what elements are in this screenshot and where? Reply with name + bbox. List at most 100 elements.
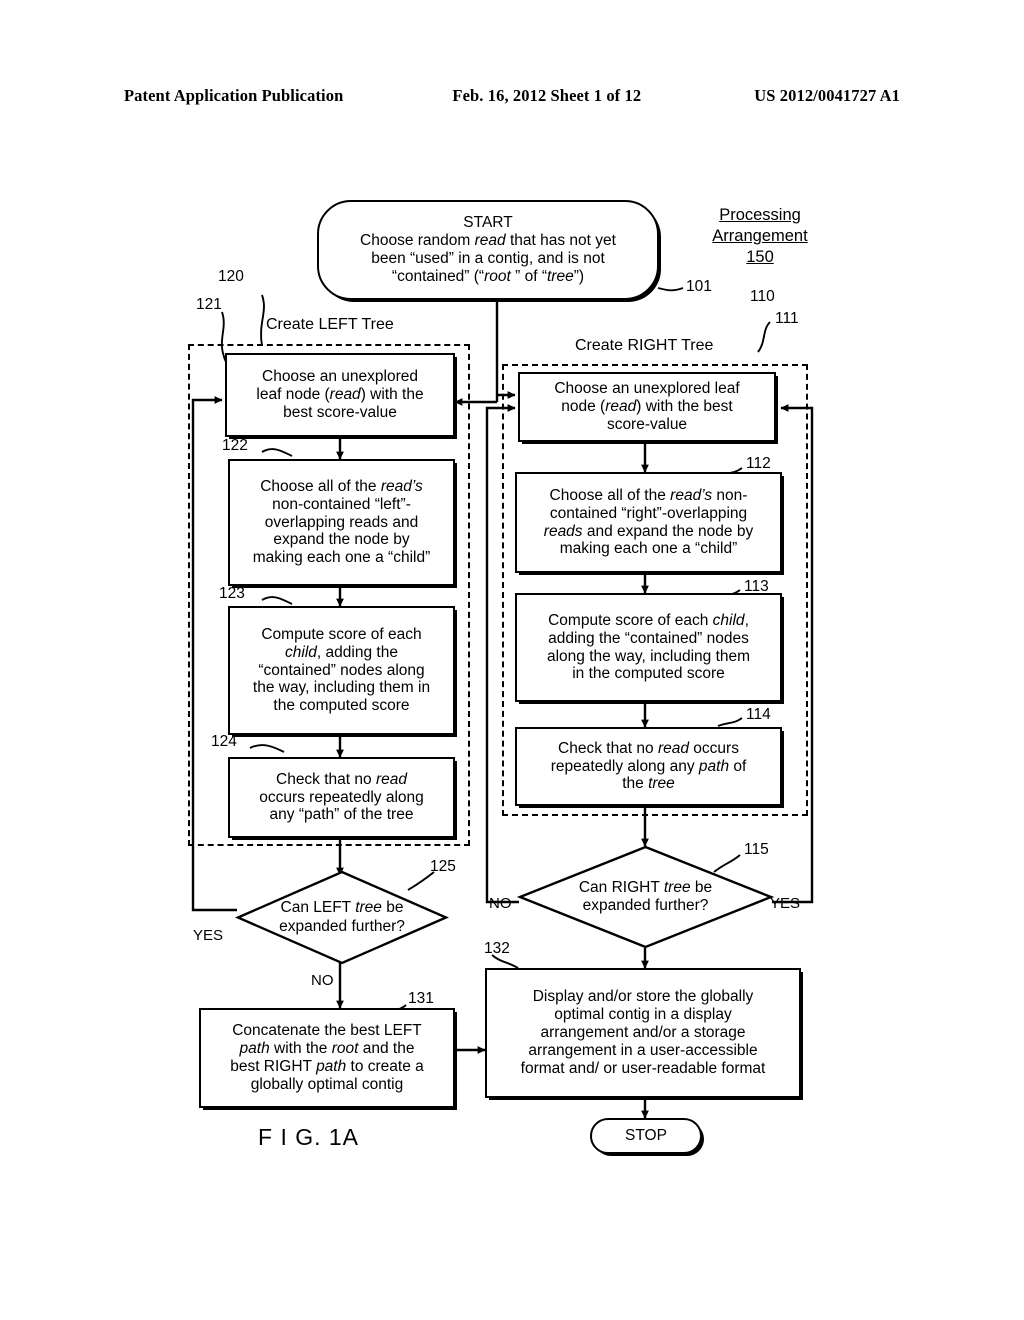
box113-line-1a: Compute score of each <box>548 611 713 629</box>
d115-yes-label: YES <box>770 895 801 912</box>
box122-line-5: making each one a “child” <box>252 549 431 567</box>
process-box-122[interactable]: Choose all of the read’s non-contained “… <box>228 459 455 586</box>
box114-line-3-tree: tree <box>648 775 675 793</box>
d125-line-1b: be <box>381 899 404 917</box>
start-line-4-root: root <box>484 267 511 285</box>
box122-line-2: non-contained “left”- <box>272 495 411 513</box>
ref-110: 110 <box>750 288 775 305</box>
process-box-131[interactable]: Concatenate the best LEFT path with the … <box>199 1008 455 1108</box>
start-line-3: been “used” in a contig, and is not <box>371 250 605 267</box>
box122-line-1a: Choose all of the <box>260 477 381 495</box>
box114-line-3a: the <box>622 775 649 793</box>
box131-line-2-root: root <box>331 1040 359 1058</box>
d115-no-label: NO <box>489 895 512 912</box>
box112-line-1-reads: read’s <box>670 486 713 504</box>
box131-line-2-path: path <box>239 1040 270 1058</box>
processing-arrangement-title: Processing Arrangement 150 <box>700 205 820 268</box>
box121-line-2b: ) with the <box>360 386 424 404</box>
box123-line-2b: , adding the <box>316 643 398 661</box>
box111-line-2b: ) with the best <box>636 398 733 416</box>
box111-line-3: score-value <box>606 415 688 433</box>
box131-line-3a: best RIGHT <box>230 1058 317 1075</box>
box111-line-2-read: read <box>605 398 637 416</box>
unit-title-line2: Arrangement <box>712 227 808 246</box>
box121-line-1: Choose an unexplored <box>262 368 418 386</box>
box122-line-1-reads: read’s <box>380 477 423 495</box>
ref-114: 114 <box>746 706 771 723</box>
start-terminal[interactable]: START Choose random read that has not ye… <box>317 200 659 300</box>
box124-line-1a: Check that no <box>276 770 376 788</box>
process-box-132[interactable]: Display and/or store the globally optima… <box>485 968 801 1098</box>
ref-122: 122 <box>222 437 248 454</box>
box121-line-3: best score-value <box>283 403 397 421</box>
start-line-4-tree: tree <box>547 267 574 285</box>
d115-line-1-tree: tree <box>663 878 691 896</box>
start-line-4a: “contained” (“ <box>391 267 485 285</box>
box112-line-4: making each one a “child” <box>559 540 738 558</box>
d125-line-2: expanded further? <box>279 917 405 935</box>
process-box-121[interactable]: Choose an unexplored leaf node (read) wi… <box>225 353 455 437</box>
box112-line-1a: Choose all of the <box>549 486 671 504</box>
decision-diamond-125[interactable]: Can LEFT tree be expanded further? <box>235 870 449 965</box>
ref-123: 123 <box>219 585 245 602</box>
box111-line-1: Choose an unexplored leaf <box>554 380 740 398</box>
box114-line-1b: occurs <box>689 739 739 757</box>
box124-line-3: any “path” of the tree <box>269 806 414 824</box>
process-box-114[interactable]: Check that no read occurs repeatedly alo… <box>515 727 782 806</box>
stop-terminal[interactable]: STOP <box>590 1118 702 1154</box>
ref-120: 120 <box>218 268 244 285</box>
box114-line-2b: of <box>729 757 747 775</box>
box131-line-2b: and the <box>358 1040 415 1058</box>
box114-line-2a: repeatedly along any <box>550 757 699 775</box>
process-box-124[interactable]: Check that no read occurs repeatedly alo… <box>228 757 455 838</box>
d125-yes-label: YES <box>193 927 224 944</box>
unit-title-line3: 150 <box>746 248 774 267</box>
box113-line-1-child: child <box>712 611 745 629</box>
box131-line-3-path: path <box>316 1058 347 1075</box>
box123-line-5: the computed score <box>273 697 410 715</box>
process-box-123[interactable]: Compute score of each child, adding the … <box>228 606 455 735</box>
ref-115: 115 <box>744 841 769 858</box>
start-line-2b: that has not yet <box>505 232 616 250</box>
ref-111: 111 <box>775 310 799 327</box>
start-line-2-read: read <box>474 232 506 250</box>
box112-line-3b: and expand the node by <box>582 522 754 540</box>
ref-125: 125 <box>430 858 456 875</box>
box132-line-2: optimal contig in a display <box>554 1006 732 1024</box>
box113-line-1b: , <box>744 611 749 629</box>
left-tree-group-title: Create LEFT Tree <box>266 316 394 333</box>
start-line-2a: Choose random <box>360 232 475 250</box>
box121-line-2-read: read <box>329 386 361 404</box>
box114-line-1-read: read <box>657 739 689 757</box>
process-box-111[interactable]: Choose an unexplored leaf node (read) wi… <box>518 372 776 442</box>
ref-131: 131 <box>408 990 434 1007</box>
d115-line-1b: be <box>690 878 713 896</box>
ref-132: 132 <box>484 940 510 957</box>
right-tree-group-title: Create RIGHT Tree <box>575 337 714 354</box>
box132-line-1: Display and/or store the globally <box>532 988 754 1006</box>
box113-line-3: along the way, including them <box>546 647 751 665</box>
process-box-113[interactable]: Compute score of each child, adding the … <box>515 593 782 702</box>
d125-line-1-tree: tree <box>355 899 382 917</box>
d125-no-label: NO <box>311 972 334 989</box>
box123-line-3: “contained” nodes along <box>258 661 425 679</box>
box111-line-2a: node ( <box>561 398 606 416</box>
process-box-112[interactable]: Choose all of the read’s non- contained … <box>515 472 782 573</box>
ref-101: 101 <box>686 278 712 295</box>
box112-line-3-reads: reads <box>543 522 583 540</box>
ref-113: 113 <box>744 578 769 595</box>
box132-line-5: format and/ or user-readable format <box>520 1059 766 1077</box>
box114-line-1a: Check that no <box>558 739 658 757</box>
d115-line-2: expanded further? <box>582 897 709 914</box>
box123-line-2-child: child <box>285 643 317 661</box>
box131-line-4: globally optimal contig <box>250 1075 404 1093</box>
box124-line-1-read: read <box>375 770 407 788</box>
box124-line-2: occurs repeatedly along <box>259 788 424 806</box>
box132-line-4: arrangement in a user-accessible <box>528 1041 758 1059</box>
start-line-1: START <box>463 214 513 232</box>
box113-line-4: in the computed score <box>572 665 725 683</box>
d125-line-1a: Can LEFT <box>280 899 356 917</box>
decision-diamond-115[interactable]: Can RIGHT tree be expanded further? <box>516 845 775 949</box>
start-line-4c: ”) <box>573 267 585 285</box>
box123-line-4: the way, including them in <box>252 679 431 697</box>
